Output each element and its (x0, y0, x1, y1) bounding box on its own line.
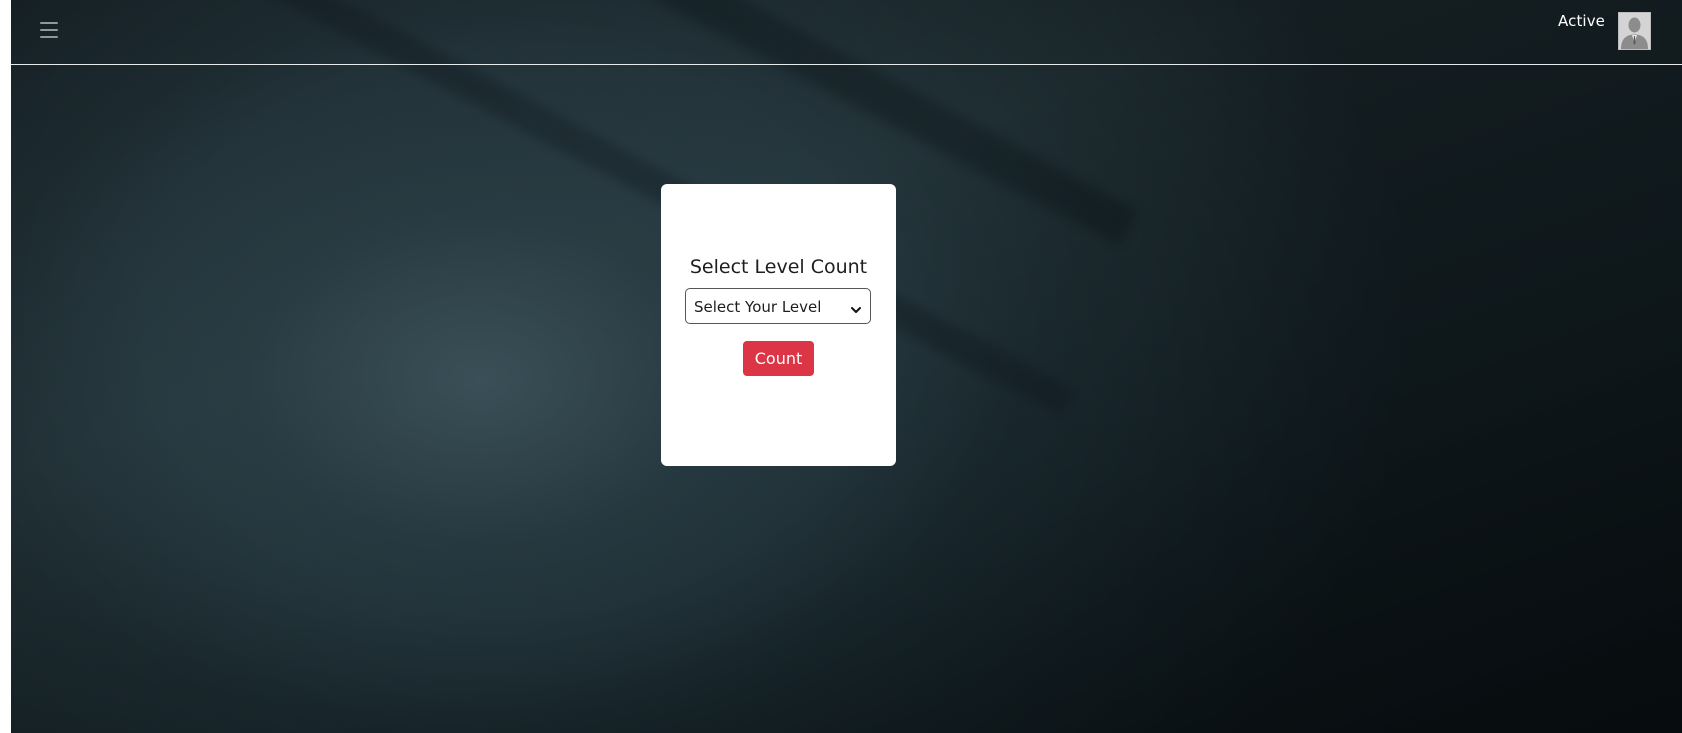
count-button[interactable]: Count (743, 341, 814, 376)
status-text: Active (1558, 12, 1605, 30)
hamburger-menu-icon[interactable] (40, 22, 58, 38)
level-count-card: Select Level Count Select Your Level Cou… (661, 184, 896, 466)
select-value: Select Your Level (694, 298, 822, 316)
top-navbar: Active (11, 0, 1682, 65)
level-select[interactable]: Select Your Level (685, 288, 871, 324)
user-avatar-icon[interactable] (1618, 12, 1651, 50)
chevron-down-icon (850, 301, 862, 313)
card-title: Select Level Count (689, 256, 868, 278)
